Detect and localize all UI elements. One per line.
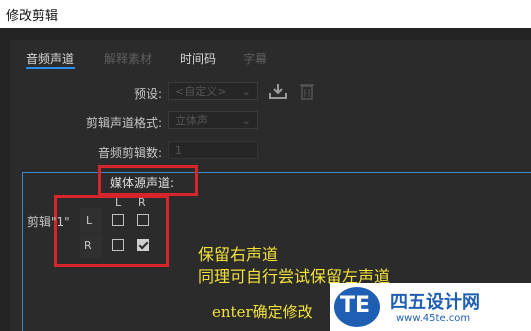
annotation-keep-right: 保留右声道: [198, 245, 279, 264]
checkbox-l-to-r[interactable]: [137, 214, 149, 226]
tab-timecode[interactable]: 时间码: [180, 50, 216, 67]
watermark-site-name: 四五设计网: [390, 292, 480, 313]
preset-label: 预设:: [133, 87, 162, 101]
preset-value: <自定义>: [175, 85, 227, 98]
clip-channel-format-value: 立体声: [175, 114, 208, 127]
clip-channel-format-select[interactable]: 立体声 ⌄: [168, 111, 258, 129]
audio-clip-count-value: 1: [175, 144, 182, 157]
save-preset-icon[interactable]: [269, 83, 287, 99]
checkbox-r-to-r[interactable]: [137, 239, 149, 251]
highlight-box-channel-matrix: [54, 195, 169, 267]
tab-interpret-footage[interactable]: 解释素材: [104, 50, 152, 67]
chevron-down-icon: ⌄: [241, 85, 251, 98]
preset-select[interactable]: <自定义> ⌄: [168, 82, 258, 100]
matrix-row-l-label: L: [86, 214, 93, 227]
delete-preset-icon[interactable]: [299, 82, 315, 100]
tab-audio-channels[interactable]: 音频声道: [26, 50, 74, 67]
chevron-down-icon: ⌄: [241, 114, 251, 127]
title-bar: 修改剪辑: [0, 0, 531, 28]
audio-clip-count-input[interactable]: 1: [168, 141, 258, 159]
checkbox-l-to-l[interactable]: [112, 214, 124, 226]
tab-captions[interactable]: 字幕: [243, 50, 267, 67]
watermark: TE 四五设计网 www.45te.com: [330, 283, 531, 331]
matrix-row-r-label: R: [84, 239, 92, 252]
watermark-url: www.45te.com: [396, 313, 471, 324]
annotation-enter-confirm: enter确定修改: [212, 303, 313, 321]
matrix-col-r: R: [138, 196, 146, 209]
clip-channel-format-label: 剪辑声道格式:: [85, 116, 162, 130]
media-source-channel-label: 媒体源声道:: [110, 176, 175, 190]
active-tab-indicator: [26, 67, 75, 69]
matrix-col-l: L: [115, 196, 122, 209]
audio-clip-count-label: 音频剪辑数:: [97, 146, 162, 160]
checkbox-r-to-l[interactable]: [112, 239, 124, 251]
watermark-logo-text: TE: [340, 293, 371, 318]
clip-label: 剪辑"1": [27, 215, 70, 229]
window-title: 修改剪辑: [6, 9, 59, 24]
